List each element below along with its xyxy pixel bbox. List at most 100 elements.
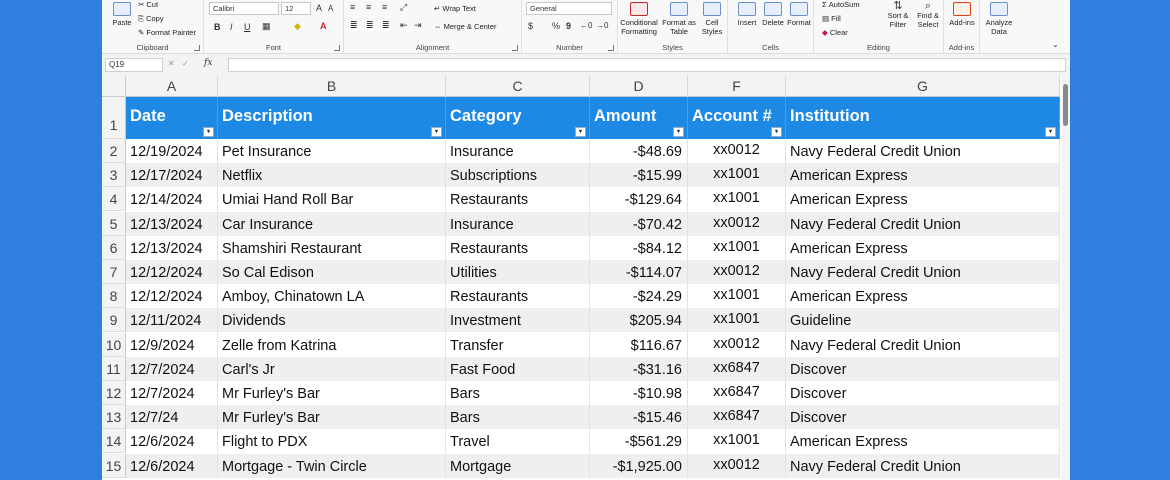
table-cell[interactable]: American Express (786, 187, 1060, 212)
table-cell[interactable]: Insurance (446, 139, 590, 163)
number-format-dropdown[interactable]: General (526, 2, 612, 15)
table-cell[interactable]: Navy Federal Credit Union (786, 211, 1060, 236)
filter-dropdown-icon[interactable]: ▾ (771, 127, 782, 137)
table-cell[interactable]: -$84.12 (590, 235, 688, 260)
table-cell[interactable]: Mr Furley's Bar (218, 405, 446, 430)
filter-dropdown-icon[interactable]: ▾ (673, 127, 684, 137)
table-cell[interactable]: xx0012 (688, 139, 786, 163)
alignment-launcher-icon[interactable] (512, 45, 518, 51)
table-cell[interactable]: xx0012 (688, 453, 786, 478)
clipboard-launcher-icon[interactable] (194, 45, 200, 51)
table-cell[interactable]: xx1001 (688, 284, 786, 309)
table-cell[interactable]: Investment (446, 308, 590, 333)
table-cell[interactable]: -$561.29 (590, 429, 688, 454)
table-cell[interactable]: Carl's Jr (218, 356, 446, 381)
filter-dropdown-icon[interactable]: ▾ (431, 127, 442, 137)
sort-filter-button[interactable]: ⇅ Sort & Filter (884, 1, 912, 30)
cut-button[interactable]: ✂ Cut (138, 0, 158, 9)
bold-button[interactable]: B (214, 22, 221, 32)
table-cell[interactable]: Dividends (218, 308, 446, 333)
table-cell[interactable]: 12/6/2024 (126, 429, 218, 454)
addins-button[interactable]: Add-ins (948, 2, 976, 27)
table-cell[interactable]: 12/12/2024 (126, 284, 218, 309)
delete-button[interactable]: Delete (760, 2, 786, 27)
increase-font-icon[interactable]: A (316, 3, 322, 13)
vertical-scrollbar[interactable] (1062, 76, 1070, 480)
table-cell[interactable]: xx0012 (688, 260, 786, 284)
table-cell[interactable]: 12/7/2024 (126, 381, 218, 405)
font-color-icon[interactable]: A (320, 21, 327, 31)
row-header[interactable]: 13 (102, 405, 126, 430)
table-cell[interactable]: Discover (786, 405, 1060, 430)
row-header[interactable]: 1 (102, 97, 126, 139)
table-cell[interactable]: -$10.98 (590, 381, 688, 405)
autosum-button[interactable]: Σ AutoSum (822, 0, 860, 9)
number-launcher-icon[interactable] (608, 45, 614, 51)
table-cell[interactable]: Car Insurance (218, 211, 446, 236)
row-header[interactable]: 6 (102, 235, 126, 260)
percent-button[interactable]: % (552, 21, 560, 31)
table-cell[interactable]: xx6847 (688, 381, 786, 405)
table-cell[interactable]: -$129.64 (590, 187, 688, 212)
column-header-c[interactable]: C (446, 76, 590, 97)
collapse-ribbon-icon[interactable]: ⌄ (1052, 40, 1059, 49)
table-cell[interactable]: 12/11/2024 (126, 308, 218, 333)
merge-center-button[interactable]: ⇔ Merge & Center (434, 22, 497, 31)
column-header-f[interactable]: F (688, 76, 786, 97)
insert-button[interactable]: Insert (734, 2, 760, 27)
table-cell[interactable]: 12/13/2024 (126, 211, 218, 236)
font-launcher-icon[interactable] (334, 45, 340, 51)
format-button[interactable]: Format (786, 2, 812, 27)
row-header[interactable]: 7 (102, 260, 126, 284)
align-top-icon[interactable]: ≡ (350, 2, 355, 12)
table-cell[interactable]: Transfer (446, 332, 590, 357)
row-header[interactable]: 9 (102, 308, 126, 333)
table-cell[interactable]: xx1001 (688, 187, 786, 212)
table-cell[interactable]: Travel (446, 429, 590, 454)
comma-button[interactable]: 9 (566, 21, 571, 31)
underline-button[interactable]: U (244, 22, 251, 32)
table-cell[interactable]: Discover (786, 356, 1060, 381)
italic-button[interactable]: I (230, 22, 233, 32)
table-cell[interactable]: So Cal Edison (218, 260, 446, 284)
cancel-icon[interactable]: ✕ (168, 59, 175, 68)
table-cell[interactable]: Navy Federal Credit Union (786, 260, 1060, 284)
table-cell[interactable]: xx1001 (688, 235, 786, 260)
table-cell[interactable]: 12/9/2024 (126, 332, 218, 357)
row-header[interactable]: 11 (102, 356, 126, 381)
row-header[interactable]: 3 (102, 163, 126, 188)
scroll-thumb[interactable] (1063, 84, 1068, 126)
row-header[interactable]: 4 (102, 187, 126, 212)
table-cell[interactable]: -$1,925.00 (590, 453, 688, 478)
column-header-a[interactable]: A (126, 76, 218, 97)
align-bottom-icon[interactable]: ≡ (382, 2, 387, 12)
table-cell[interactable]: Navy Federal Credit Union (786, 139, 1060, 163)
table-cell[interactable]: $116.67 (590, 332, 688, 357)
orientation-icon[interactable]: ⤢ (400, 2, 407, 13)
table-cell[interactable]: Amboy, Chinatown LA (218, 284, 446, 309)
table-cell[interactable]: 12/17/2024 (126, 163, 218, 188)
table-cell[interactable]: xx1001 (688, 429, 786, 454)
table-cell[interactable]: American Express (786, 284, 1060, 309)
table-cell[interactable]: Utilities (446, 260, 590, 284)
fill-button[interactable]: ▤ Fill (822, 14, 841, 23)
column-header-b[interactable]: B (218, 76, 446, 97)
table-cell[interactable]: Discover (786, 381, 1060, 405)
table-cell[interactable]: 12/7/2024 (126, 356, 218, 381)
table-cell[interactable]: Subscriptions (446, 163, 590, 188)
table-cell[interactable]: $205.94 (590, 308, 688, 333)
table-cell[interactable]: xx1001 (688, 308, 786, 333)
row-header[interactable]: 12 (102, 381, 126, 405)
column-header-d[interactable]: D (590, 76, 688, 97)
enter-icon[interactable]: ✓ (182, 59, 189, 68)
table-cell[interactable]: Flight to PDX (218, 429, 446, 454)
row-header[interactable]: 15 (102, 453, 126, 478)
table-cell[interactable]: -$70.42 (590, 211, 688, 236)
clear-button[interactable]: ◆ Clear (822, 28, 848, 37)
row-header[interactable]: 14 (102, 429, 126, 454)
header-cell[interactable]: Institution ▾ (786, 97, 1060, 139)
filter-dropdown-icon[interactable]: ▾ (1045, 127, 1056, 137)
align-left-icon[interactable]: ≣ (350, 20, 358, 31)
formula-input[interactable] (228, 58, 1066, 72)
row-header[interactable]: 8 (102, 284, 126, 309)
